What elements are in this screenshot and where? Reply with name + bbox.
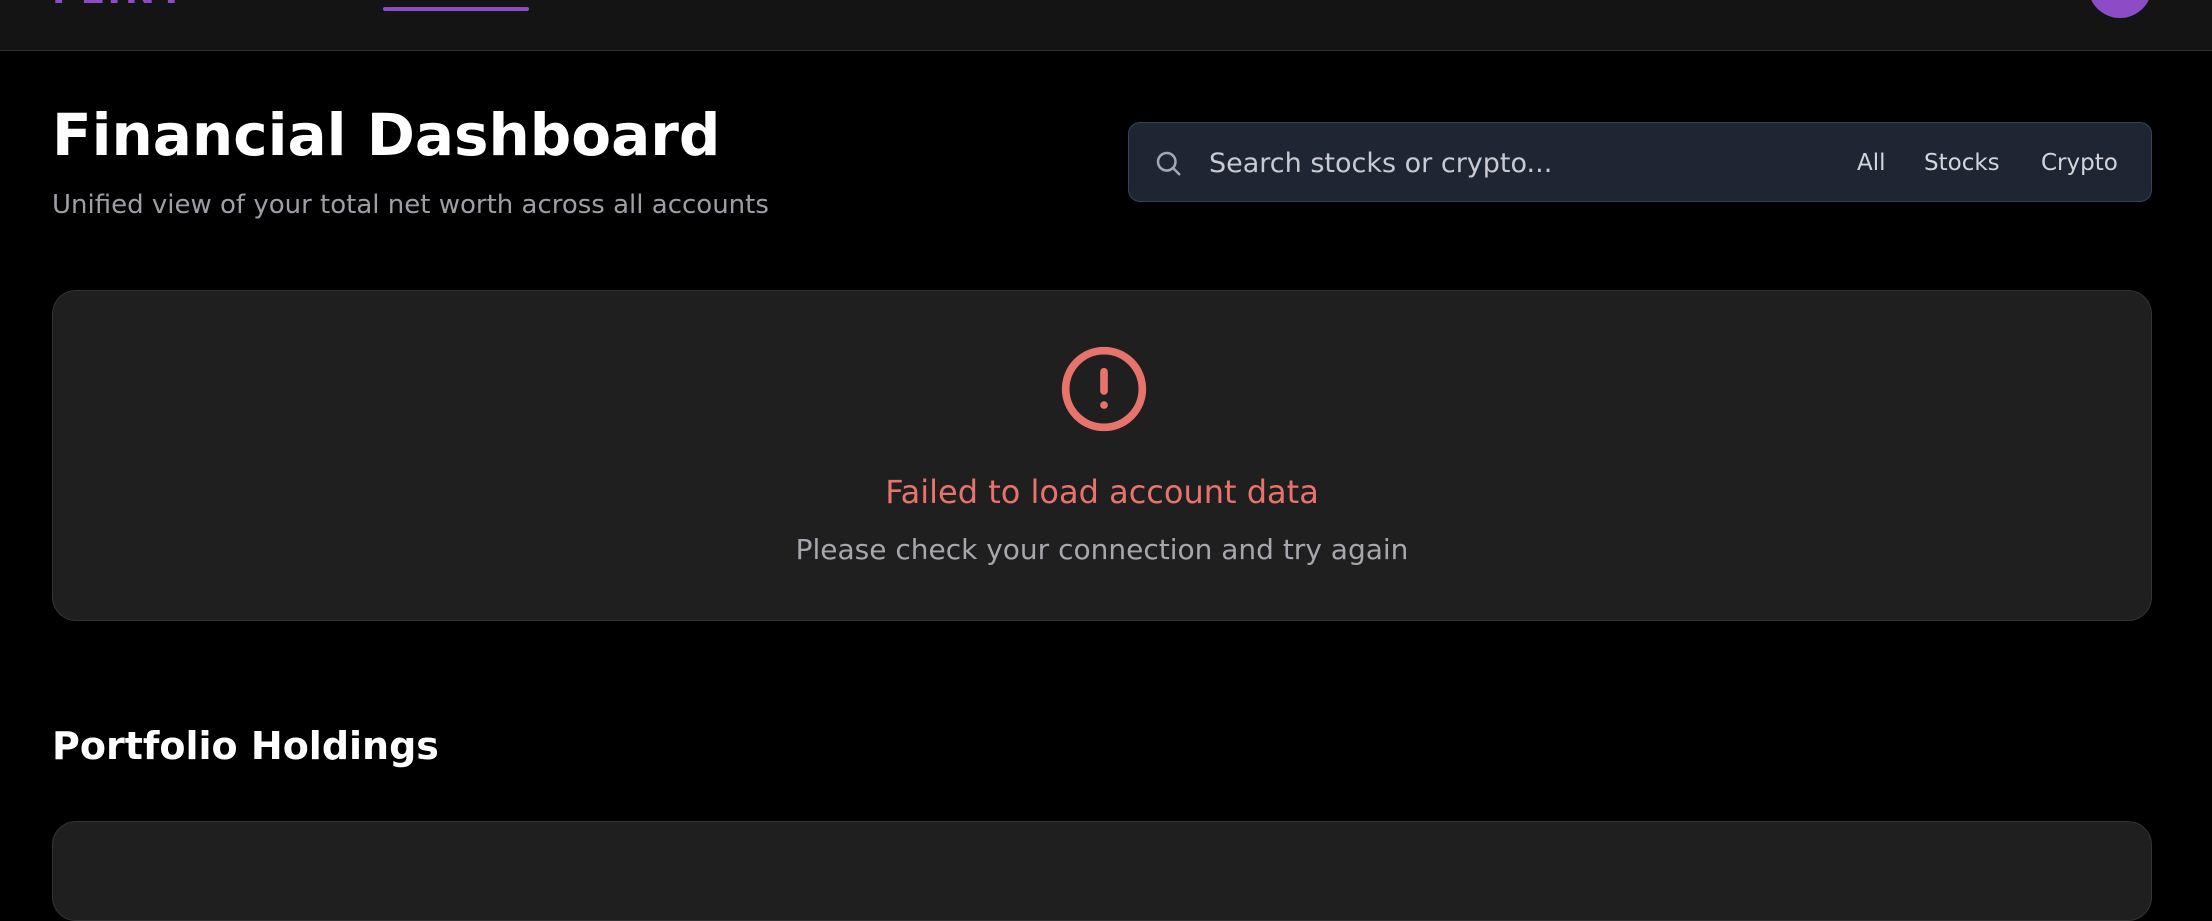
app-logo[interactable]: FLINT [52, 0, 188, 10]
portfolio-heading: Portfolio Holdings [52, 724, 439, 768]
holdings-card [52, 821, 2152, 921]
page-subtitle: Unified view of your total net worth acr… [52, 190, 769, 220]
search-bar: All Stocks Crypto [1128, 122, 2152, 202]
error-message: Please check your connection and try aga… [795, 533, 1409, 566]
page-title: Financial Dashboard [52, 101, 721, 169]
top-nav: FLINT [0, 0, 2212, 51]
nav-active-indicator [383, 7, 529, 11]
filter-crypto-button[interactable]: Crypto [2041, 145, 2118, 181]
search-input[interactable] [1209, 137, 1849, 189]
filter-all-button[interactable]: All [1857, 145, 1886, 181]
search-icon [1156, 151, 1181, 176]
error-title: Failed to load account data [885, 473, 1319, 511]
alert-circle-icon [1061, 346, 1147, 432]
error-card: Failed to load account data Please check… [52, 290, 2152, 621]
user-avatar[interactable] [2088, 0, 2152, 18]
filter-stocks-button[interactable]: Stocks [1924, 145, 2000, 181]
